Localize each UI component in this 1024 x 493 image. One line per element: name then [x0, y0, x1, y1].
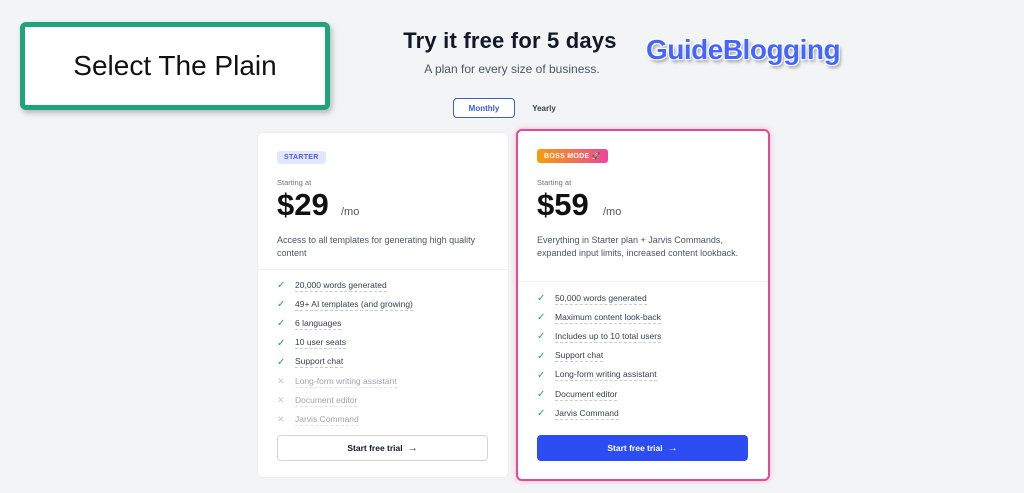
- check-icon: ✓: [277, 337, 286, 349]
- feature-list: ✓ 50,000 words generated ✓ Maximum content …: [537, 289, 662, 423]
- x-icon: ✕: [277, 395, 285, 406]
- feature-item: ✓ Document editor: [537, 385, 661, 404]
- check-icon: ✓: [277, 299, 286, 311]
- feature-label: Document editor: [555, 388, 618, 401]
- feature-item: ✓ 6 languages: [277, 314, 413, 333]
- page-subtitle: A plan for every size of business.: [424, 62, 600, 76]
- plan-price: $59: [537, 187, 589, 222]
- feature-label: Jarvis Command: [555, 407, 619, 420]
- price-period: /mo: [603, 206, 622, 218]
- feature-label: 50,000 words generated: [555, 292, 647, 305]
- feature-item: ✓ 50,000 words generated: [537, 289, 661, 308]
- x-icon: ✕: [277, 376, 285, 387]
- billing-toggle-yearly[interactable]: Yearly: [524, 98, 564, 118]
- feature-list: ✓ 20,000 words generated ✓ 49+ AI templates…: [277, 276, 413, 430]
- check-icon: ✓: [537, 369, 546, 381]
- feature-item: ✓ Support chat: [277, 353, 413, 372]
- feature-label: Support chat: [295, 356, 344, 369]
- feature-item: ✓ Support chat: [537, 347, 661, 366]
- check-icon: ✓: [277, 356, 286, 368]
- feature-item: ✓ Maximum content look-back: [537, 308, 661, 327]
- divider: [518, 281, 768, 282]
- cta-label: Start free trial: [607, 443, 663, 453]
- arrow-right-icon: →: [667, 442, 678, 454]
- check-icon: ✓: [277, 318, 286, 330]
- check-icon: ✓: [537, 389, 546, 401]
- feature-item: ✓ Includes up to 10 total users: [537, 327, 662, 346]
- feature-item: ✓ Jarvis Command: [537, 404, 661, 423]
- feature-label: 6 languages: [295, 317, 342, 330]
- plan-description: Everything in Starter plan + Jarvis Comm…: [537, 235, 739, 258]
- feature-label: 20,000 words generated: [295, 279, 387, 292]
- check-icon: ✓: [537, 350, 546, 362]
- feature-item: ✓ 10 user seats: [277, 334, 413, 353]
- feature-label: Jarvis Command: [295, 413, 359, 426]
- rocket-icon: 🚀: [591, 153, 601, 160]
- feature-item: ✕ Jarvis Command: [277, 410, 413, 429]
- start-free-trial-button[interactable]: Start free trial →: [277, 435, 488, 461]
- plan-badge: STARTER: [277, 151, 326, 164]
- feature-label: Includes up to 10 total users: [555, 330, 662, 343]
- feature-item: ✕ Long-form writing assistant: [277, 372, 413, 391]
- check-icon: ✓: [277, 280, 286, 292]
- feature-label: Maximum content look-back: [555, 311, 661, 324]
- billing-toggle-monthly[interactable]: Monthly: [453, 98, 515, 118]
- feature-item: ✓ Long-form writing assistant: [537, 366, 661, 385]
- feature-item: ✕ Document editor: [277, 391, 413, 410]
- starting-label: Starting at: [277, 178, 312, 187]
- plan-price: $29: [277, 187, 329, 222]
- start-free-trial-button[interactable]: Start free trial →: [537, 435, 748, 461]
- x-icon: ✕: [277, 414, 285, 425]
- check-icon: ✓: [537, 331, 546, 343]
- feature-label: Document editor: [295, 394, 358, 407]
- check-icon: ✓: [537, 312, 546, 324]
- check-icon: ✓: [537, 293, 546, 305]
- check-icon: ✓: [537, 408, 546, 420]
- feature-label: 10 user seats: [295, 337, 347, 350]
- plan-card-boss-mode: BOSS MODE 🚀 Starting at $59 /mo Everythi…: [516, 129, 770, 481]
- arrow-right-icon: →: [407, 442, 418, 454]
- feature-label: Long-form writing assistant: [295, 375, 397, 388]
- divider: [258, 269, 508, 270]
- feature-item: ✓ 49+ AI templates (and growing): [277, 295, 413, 314]
- price-period: /mo: [341, 206, 360, 218]
- feature-label: 49+ AI templates (and growing): [295, 298, 413, 311]
- starting-label: Starting at: [537, 178, 572, 187]
- feature-label: Support chat: [555, 350, 604, 363]
- cta-label: Start free trial: [347, 443, 403, 453]
- plan-description: Access to all templates for generating h…: [277, 235, 476, 258]
- plan-badge: BOSS MODE 🚀: [537, 149, 608, 163]
- page-title: Try it free for 5 days: [403, 28, 617, 53]
- plan-card-starter: STARTER Starting at $29 /mo Access to al…: [257, 132, 509, 478]
- feature-item: ✓ 20,000 words generated: [277, 276, 413, 295]
- feature-label: Long-form writing assistant: [555, 369, 657, 382]
